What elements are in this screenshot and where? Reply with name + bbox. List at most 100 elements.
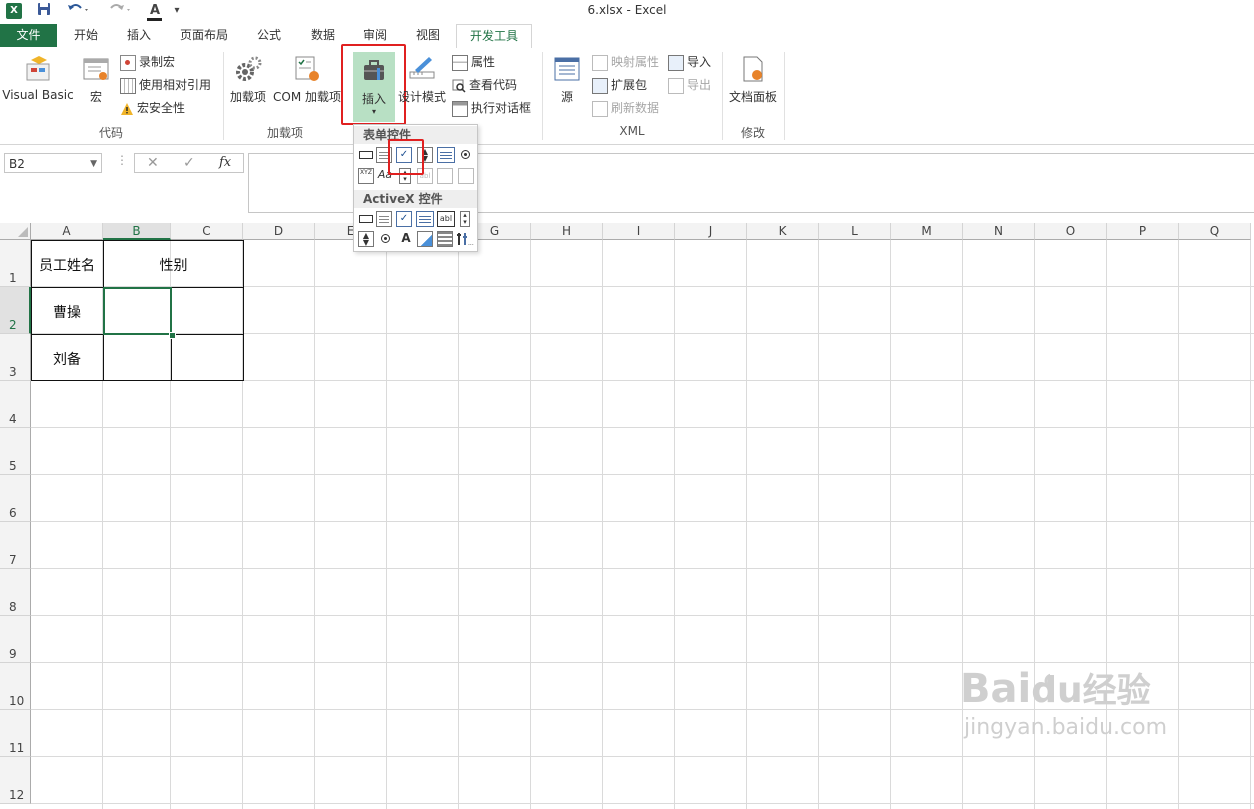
column-header-k[interactable]: K [747, 223, 819, 240]
refresh-data-button[interactable]: 刷新数据 [592, 98, 659, 118]
title-bar: X A ▾ 6.xlsx - Excel [0, 0, 1254, 24]
expansion-packs-button[interactable]: 扩展包 [592, 75, 647, 95]
insert-function-icon[interactable]: fx [219, 155, 231, 170]
name-box-value: B2 [9, 157, 25, 171]
run-dialog-button[interactable]: 执行对话框 [452, 98, 531, 118]
xml-import-button[interactable]: 导入 [668, 52, 711, 72]
watermark-url: jingyan.baidu.com [964, 715, 1168, 740]
row-header-2[interactable]: 2 [0, 287, 31, 334]
activex-label-icon[interactable]: A [398, 231, 414, 247]
com-addins-label: COM 加载项 [273, 90, 341, 104]
row-header-3[interactable]: 3 [0, 334, 31, 381]
column-header-i[interactable]: I [603, 223, 675, 240]
tab-data[interactable]: 数据 [300, 24, 346, 47]
activex-spin-button-icon[interactable]: ▲ ▼ [358, 231, 374, 247]
addins-button[interactable]: 加载项 [228, 54, 268, 105]
name-box[interactable]: B2 ▼ [4, 153, 102, 173]
activex-list-box-icon[interactable] [416, 211, 434, 227]
relative-reference-button[interactable]: 使用相对引用 [120, 75, 211, 95]
column-header-l[interactable]: L [819, 223, 891, 240]
row-header-1[interactable]: 1 [0, 240, 31, 287]
form-list-box-icon[interactable] [437, 147, 455, 163]
fill-handle[interactable] [169, 332, 176, 339]
visual-basic-label: Visual Basic [2, 88, 74, 102]
view-code-button[interactable]: 查看代码 [452, 75, 517, 95]
column-header-n[interactable]: N [963, 223, 1035, 240]
row-header-9[interactable]: 9 [0, 616, 31, 663]
activex-text-box-icon[interactable]: abl [437, 211, 455, 227]
design-mode-label: 设计模式 [398, 90, 447, 104]
activex-image-icon[interactable] [417, 231, 433, 247]
cell-a1[interactable]: 员工姓名 [31, 255, 103, 275]
worksheet-grid[interactable]: ABCDEFGHIJKLMNOPQ 123456789101112 员工姓名 性… [0, 223, 1254, 809]
macro-security-button[interactable]: 宏安全性 [120, 98, 185, 118]
gridline [31, 803, 1254, 804]
activex-combo-box-icon[interactable] [376, 211, 392, 227]
select-all-button[interactable] [0, 223, 31, 240]
activex-option-button-icon[interactable] [378, 231, 394, 247]
column-header-o[interactable]: O [1035, 223, 1107, 240]
svg-text:...: ... [468, 240, 474, 247]
chevron-down-icon: ▼ [90, 159, 97, 169]
document-panel-button[interactable]: 文档面板 [726, 54, 780, 105]
com-addins-button[interactable]: COM 加载项 [270, 54, 344, 105]
row-header-5[interactable]: 5 [0, 428, 31, 475]
document-panel-icon [738, 54, 768, 84]
row-header-7[interactable]: 7 [0, 522, 31, 569]
row-header-11[interactable]: 11 [0, 710, 31, 757]
gridline [1250, 240, 1251, 809]
gridline [458, 240, 459, 809]
map-properties-button[interactable]: 映射属性 [592, 52, 659, 72]
xml-source-button[interactable]: 源 [550, 54, 584, 105]
design-mode-button[interactable]: 设计模式 [398, 54, 446, 105]
tab-developer[interactable]: 开发工具 [456, 24, 532, 49]
gridline [31, 521, 1254, 522]
column-header-h[interactable]: H [531, 223, 603, 240]
row-header-12[interactable]: 12 [0, 757, 31, 804]
tab-formulas[interactable]: 公式 [246, 24, 292, 47]
row-header-6[interactable]: 6 [0, 475, 31, 522]
form-button-icon[interactable] [358, 147, 374, 163]
row-header-10[interactable]: 10 [0, 663, 31, 710]
enter-icon[interactable]: ✓ [183, 155, 195, 171]
cell-a3[interactable]: 刘备 [31, 349, 103, 369]
gridline [314, 240, 315, 809]
formula-bar-buttons: ✕ ✓ fx [134, 153, 244, 173]
macros-button[interactable]: 宏 [80, 54, 112, 105]
tab-home[interactable]: 开始 [62, 24, 110, 47]
ribbon: Visual Basic 宏 录制宏 使用相对引用 宏安全性 代码 加载项 CO… [0, 44, 1254, 145]
group-separator [784, 52, 785, 140]
record-macro-button[interactable]: 录制宏 [120, 52, 175, 72]
visual-basic-button[interactable]: Visual Basic [2, 54, 74, 102]
row-header-8[interactable]: 8 [0, 569, 31, 616]
column-header-m[interactable]: M [891, 223, 963, 240]
tab-file[interactable]: 文件 [0, 24, 57, 47]
activex-more-controls-icon[interactable]: ... [456, 231, 474, 247]
form-option-button-icon[interactable] [458, 147, 474, 163]
cancel-icon[interactable]: ✕ [147, 155, 159, 171]
activex-button-icon[interactable] [358, 211, 374, 227]
cell-a2[interactable]: 曹操 [31, 302, 103, 322]
form-group-box-icon[interactable]: XYZ [358, 168, 374, 184]
tab-page-layout[interactable]: 页面布局 [170, 24, 238, 47]
xml-export-button[interactable]: 导出 [668, 75, 711, 95]
properties-button[interactable]: 属性 [452, 52, 495, 72]
column-header-p[interactable]: P [1107, 223, 1179, 240]
column-header-q[interactable]: Q [1179, 223, 1251, 240]
expansion-packs-icon [592, 77, 608, 94]
column-header-c[interactable]: C [171, 223, 243, 240]
activex-scroll-bar-icon[interactable]: ▴ ▾ [460, 211, 470, 227]
properties-label: 属性 [471, 55, 496, 69]
cell-b1-merged[interactable]: 性别 [103, 255, 244, 275]
column-header-j[interactable]: J [675, 223, 747, 240]
gridline [530, 240, 531, 809]
column-header-d[interactable]: D [243, 223, 315, 240]
activex-checkbox-icon[interactable]: ✓ [396, 211, 412, 227]
tab-insert[interactable]: 插入 [115, 24, 163, 47]
activex-toggle-button-icon[interactable] [437, 231, 453, 247]
tab-view[interactable]: 视图 [405, 24, 451, 47]
active-cell-b2[interactable] [103, 287, 172, 335]
row-header-4[interactable]: 4 [0, 381, 31, 428]
column-header-b[interactable]: B [103, 223, 171, 240]
column-header-a[interactable]: A [31, 223, 103, 240]
